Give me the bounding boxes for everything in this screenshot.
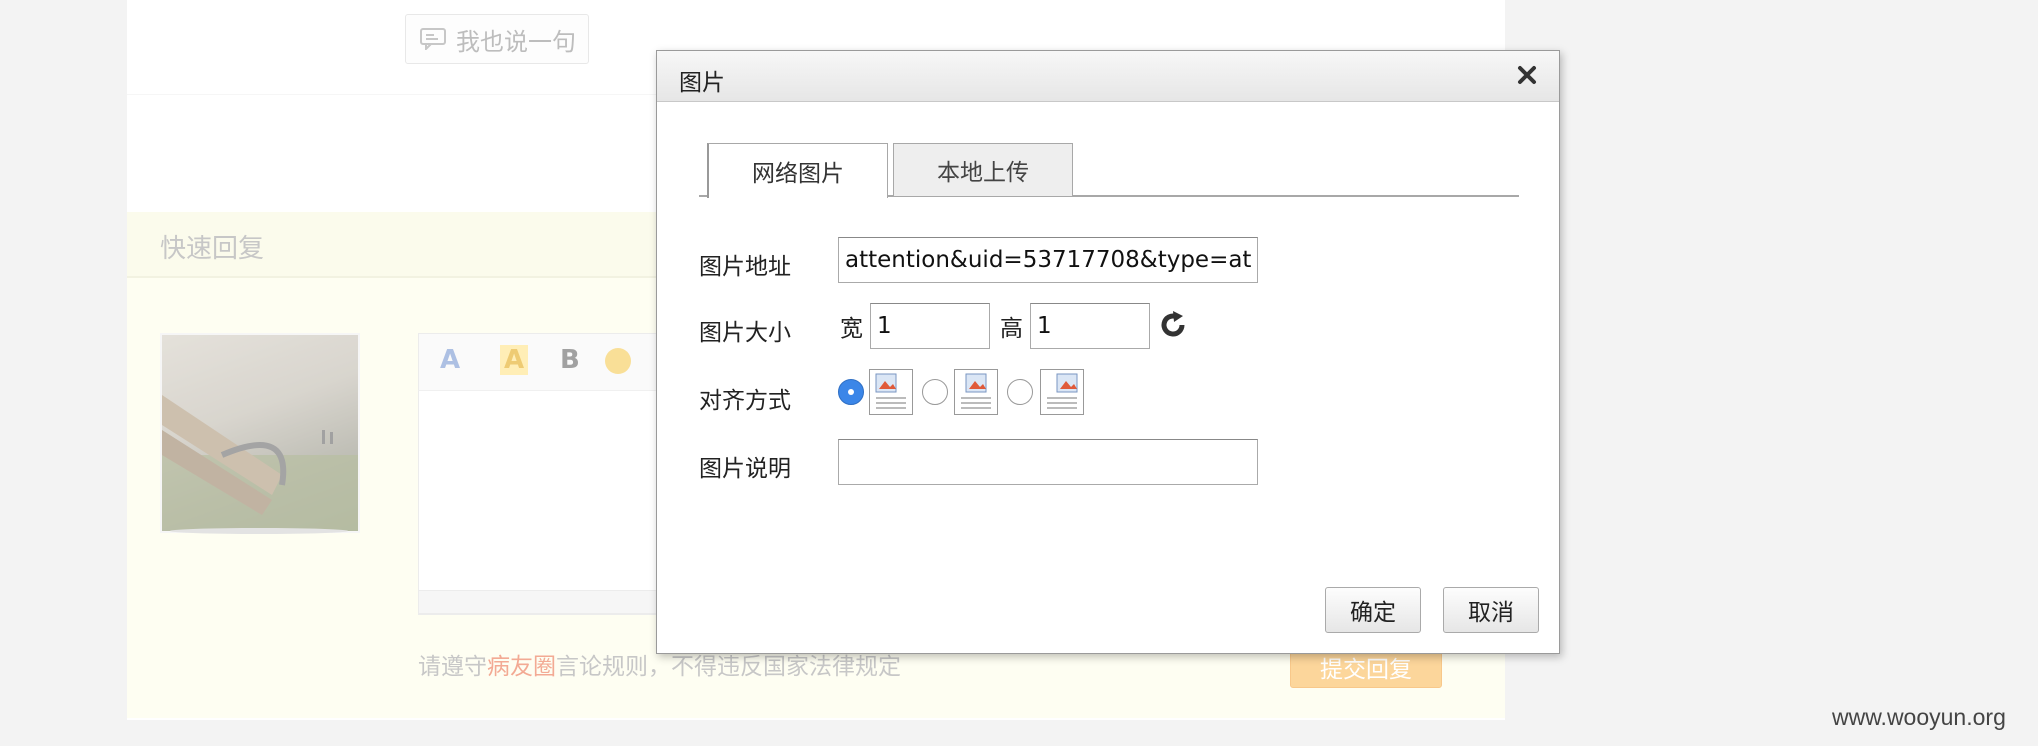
confirm-button[interactable]: 确定: [1325, 587, 1421, 633]
width-input[interactable]: [870, 303, 990, 349]
bold-button[interactable]: B: [560, 345, 580, 375]
rules-prefix: 请遵守: [418, 654, 487, 680]
align-label: 对齐方式: [699, 388, 791, 414]
image-url-input[interactable]: [838, 237, 1258, 283]
align-right-icon[interactable]: [1040, 369, 1084, 415]
avatar-shadow: [170, 528, 348, 534]
quick-reply-title: 快速回复: [160, 234, 265, 264]
align-left-radio[interactable]: [838, 379, 864, 405]
dialog-header: 图片: [657, 51, 1559, 102]
font-color-button[interactable]: A: [440, 345, 460, 375]
editor-scrollbar[interactable]: [418, 590, 660, 614]
url-label: 图片地址: [699, 254, 791, 280]
emoji-icon[interactable]: [605, 348, 631, 374]
rules-link[interactable]: 病友圈: [487, 654, 556, 680]
tab-local-upload[interactable]: 本地上传: [893, 143, 1073, 196]
watermark: www.wooyun.org: [1832, 704, 2006, 730]
say-something-button[interactable]: 我也说一句: [405, 14, 589, 64]
width-label: 宽: [840, 316, 863, 342]
close-icon[interactable]: [1513, 61, 1541, 89]
refresh-icon[interactable]: [1157, 309, 1189, 341]
cancel-button[interactable]: 取消: [1443, 587, 1539, 633]
avatar: [160, 333, 360, 533]
height-label: 高: [1000, 316, 1023, 342]
align-right-radio[interactable]: [1007, 379, 1033, 405]
rules-suffix: 言论规则，不得违反国家法律规定: [556, 654, 901, 680]
align-center-radio[interactable]: [922, 379, 948, 405]
align-center-icon[interactable]: [954, 369, 998, 415]
say-button-label: 我也说一句: [456, 27, 576, 56]
bench-image: [162, 395, 358, 531]
size-label: 图片大小: [699, 320, 791, 346]
height-input[interactable]: [1030, 303, 1150, 349]
dialog-title: 图片: [679, 70, 725, 96]
comment-icon: [420, 28, 446, 50]
image-dialog: 图片 网络图片 本地上传 图片地址 图片大小 宽 高 对齐方式 图片说明 确定 …: [656, 50, 1560, 654]
desc-label: 图片说明: [699, 456, 791, 482]
tab-web-image[interactable]: 网络图片: [707, 143, 888, 198]
align-left-icon[interactable]: [869, 369, 913, 415]
image-description-input[interactable]: [838, 439, 1258, 485]
highlight-button[interactable]: A: [500, 345, 529, 375]
